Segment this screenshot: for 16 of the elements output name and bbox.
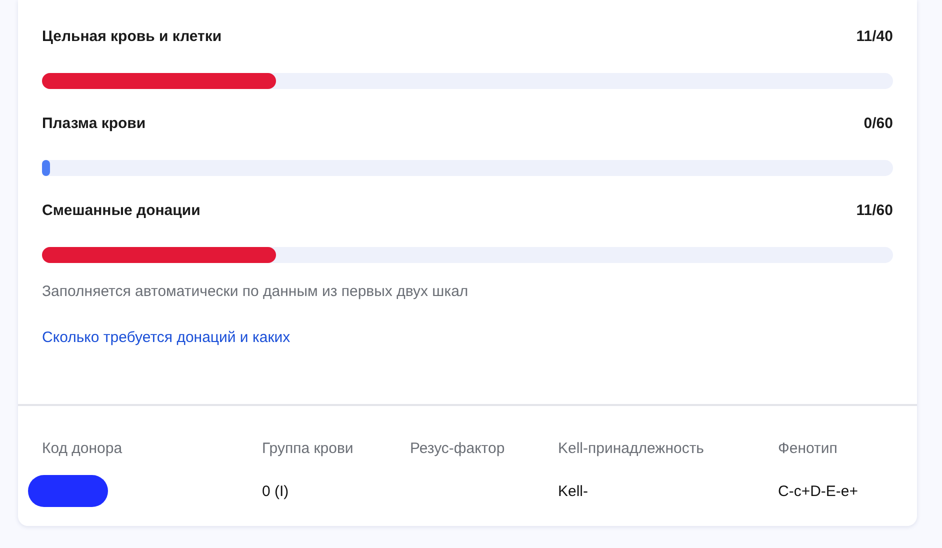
column-header: Kell-принадлежность [558,440,706,457]
info-link[interactable]: Сколько требуется донаций и каких [42,329,290,346]
scale-count: 11/40 [856,28,893,44]
scale-count: 0/60 [864,114,893,132]
scale-count: 11/60 [856,202,893,218]
column-header: Код донора [42,440,124,457]
scale-title: Цельная кровь и клетки [42,28,222,44]
column-header: Группа крови [262,440,354,457]
table-cell-text: Kell- [558,482,590,500]
column-header: Фенотип [778,440,838,457]
table-cell-text: C-c+D-E-e+ [778,482,860,500]
scale-title: Смешанные донации [42,202,200,218]
hint-text: Заполняется автоматически по данным из первых двух шкал [42,283,470,300]
table-cell-text: 0 (I) [262,482,290,500]
scale-title: Плазма крови [42,114,146,132]
column-header: Резус-фактор [410,440,506,457]
